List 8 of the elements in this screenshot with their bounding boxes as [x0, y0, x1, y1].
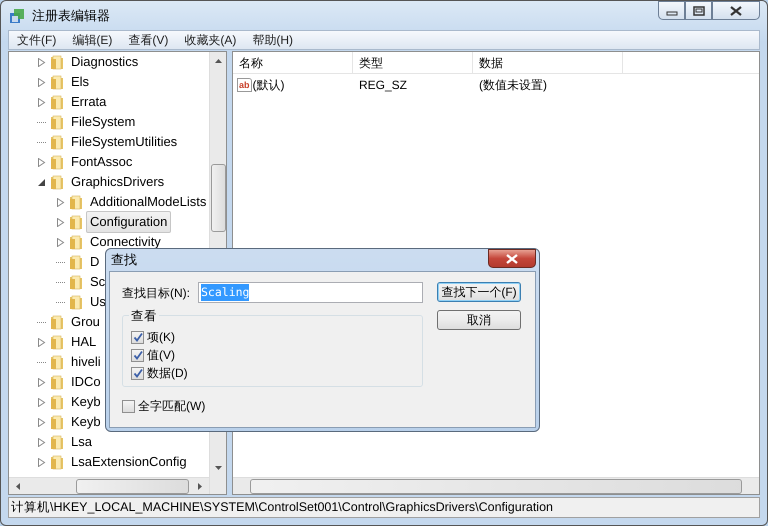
table-cell-text: REG_SZ	[358, 77, 408, 94]
window-title: 注册表编辑器	[32, 6, 110, 25]
status-path: 计算机\HKEY_LOCAL_MACHINE\SYSTEM\ControlSet001\Control\GraphicsDrivers\Configuration	[11, 499, 553, 516]
table-cell-text: (默认)	[252, 77, 285, 94]
dialog-title: 查找	[111, 251, 137, 270]
field-label: 查找目标(N):	[122, 284, 190, 302]
table-cell-text: (数值未设置)	[478, 77, 548, 94]
string-value-icon: ab	[237, 78, 252, 92]
